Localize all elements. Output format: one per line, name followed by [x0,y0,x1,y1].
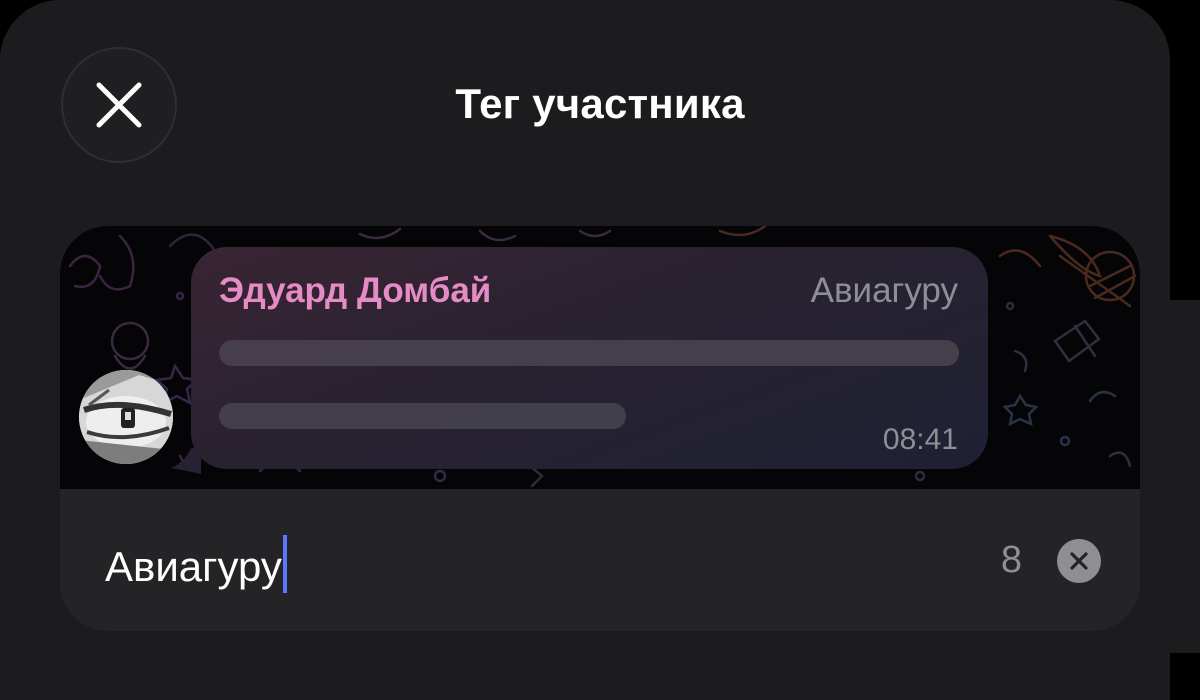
clear-button[interactable] [1057,539,1101,583]
message-placeholder-line [219,403,626,429]
text-caret [282,535,287,593]
message-preview: Эдуард Домбай Авиагуру 08:41 [60,226,1140,489]
message-placeholder-line [219,340,959,366]
tag-input-value[interactable]: Авиагуру [105,543,282,590]
tag-input-field[interactable]: Авиагуру 8 [60,489,1140,631]
sender-name: Эдуард Домбай [219,271,492,310]
tag-card: Эдуард Домбай Авиагуру 08:41 Авиагуру 8 [60,226,1140,631]
page-title: Тег участника [455,80,745,127]
tag-input-wrapper: Авиагуру [105,535,287,593]
clear-x-icon [1070,552,1088,570]
avatar-photo [79,370,173,464]
avatar[interactable] [79,370,173,464]
char-counter: 8 [1000,539,1022,581]
member-tag-label: Авиагуру [810,271,958,310]
message-time: 08:41 [882,423,958,456]
tag-editor-sheet: Тег участника Эдуард Домбай Авиагуру 08:… [0,0,1170,700]
message-bubble: Эдуард Домбай Авиагуру 08:41 [191,247,988,469]
background-edge [1170,300,1200,653]
